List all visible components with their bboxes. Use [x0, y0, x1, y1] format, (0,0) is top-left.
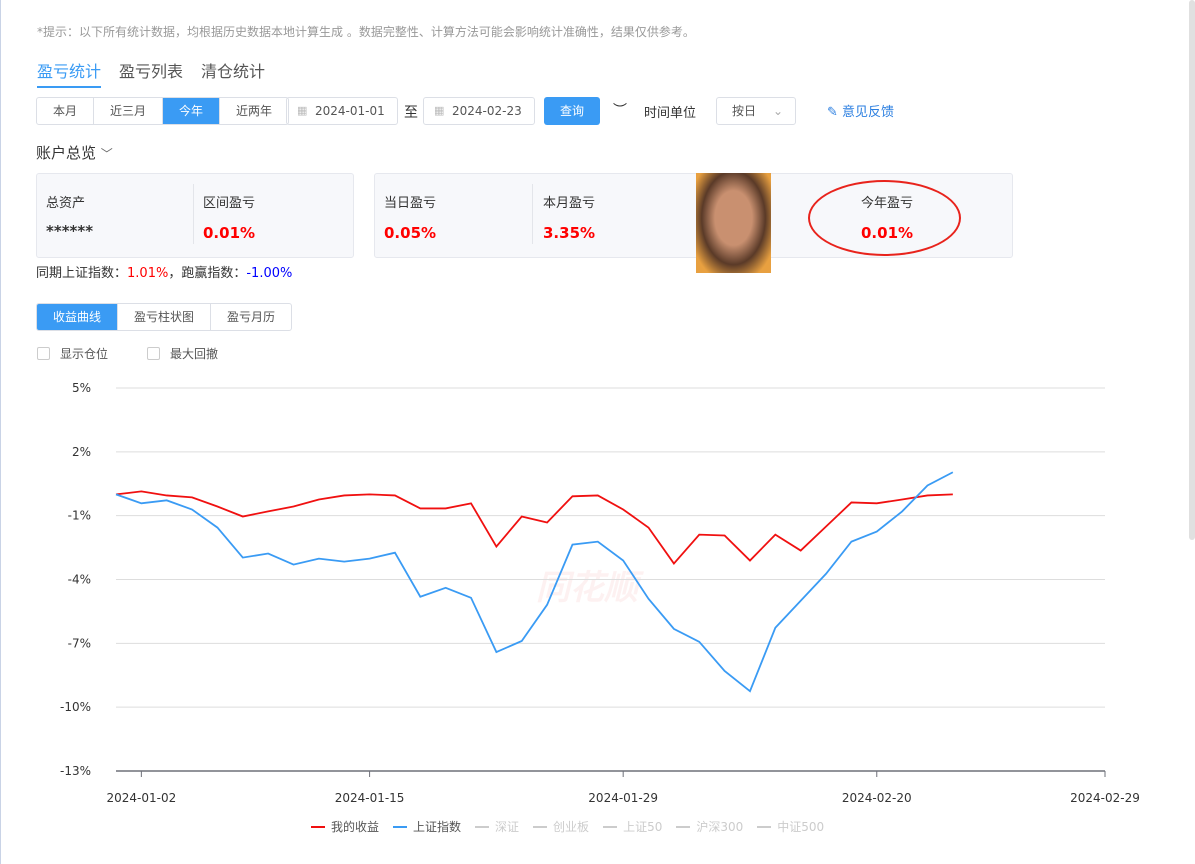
legend-swatch: [393, 825, 408, 828]
y-tick-label: -13%: [60, 764, 91, 778]
legend-item[interactable]: 沪深300: [676, 818, 743, 835]
legend-item[interactable]: 上证指数: [393, 818, 461, 835]
series-line-上证指数: [115, 471, 954, 693]
y-tick-label: -1%: [68, 509, 91, 523]
legend-item[interactable]: 创业板: [533, 818, 589, 835]
legend-item[interactable]: 上证50: [603, 818, 662, 835]
x-tick-label: 2024-01-29: [588, 791, 658, 805]
x-tick-label: 2024-02-20: [842, 791, 912, 805]
y-tick-label: -7%: [68, 636, 91, 650]
legend-swatch: [311, 825, 325, 828]
x-tick-label: 2024-01-02: [106, 791, 176, 805]
legend-label: 上证指数: [413, 820, 462, 834]
return-chart: 5% 2% -1% -4% -7% -10% -13% 2024-01-02 2024-01-1…: [60, 381, 1140, 805]
chart-legend: 我的收益 上证指数 深证 创业板 上证50 沪深300 中证500: [311, 818, 824, 835]
scrollbar[interactable]: [1189, 0, 1195, 540]
series-line-我的收益: [115, 490, 953, 565]
y-tick-label: 5%: [72, 381, 91, 395]
y-tick-label: 2%: [72, 445, 91, 459]
legend-label: 沪深300: [696, 820, 744, 834]
legend-item[interactable]: 中证500: [757, 818, 824, 835]
legend-item[interactable]: 深证: [475, 818, 519, 835]
y-tick-label: -4%: [68, 573, 91, 587]
legend-label: 深证: [495, 820, 520, 834]
legend-label: 中证500: [777, 820, 825, 834]
legend-swatch: [676, 825, 691, 828]
x-tick-label: 2024-02-29: [1070, 791, 1140, 805]
legend-swatch: [757, 825, 772, 828]
legend-label: 创业板: [553, 820, 590, 834]
legend-label: 上证50: [623, 820, 663, 834]
legend-label: 我的收益: [331, 820, 380, 834]
legend-swatch: [603, 825, 618, 828]
legend-swatch: [475, 825, 490, 828]
x-tick-label: 2024-01-15: [335, 791, 405, 805]
legend-swatch: [533, 825, 548, 828]
legend-item[interactable]: 我的收益: [311, 818, 379, 835]
y-tick-label: -10%: [60, 700, 91, 714]
